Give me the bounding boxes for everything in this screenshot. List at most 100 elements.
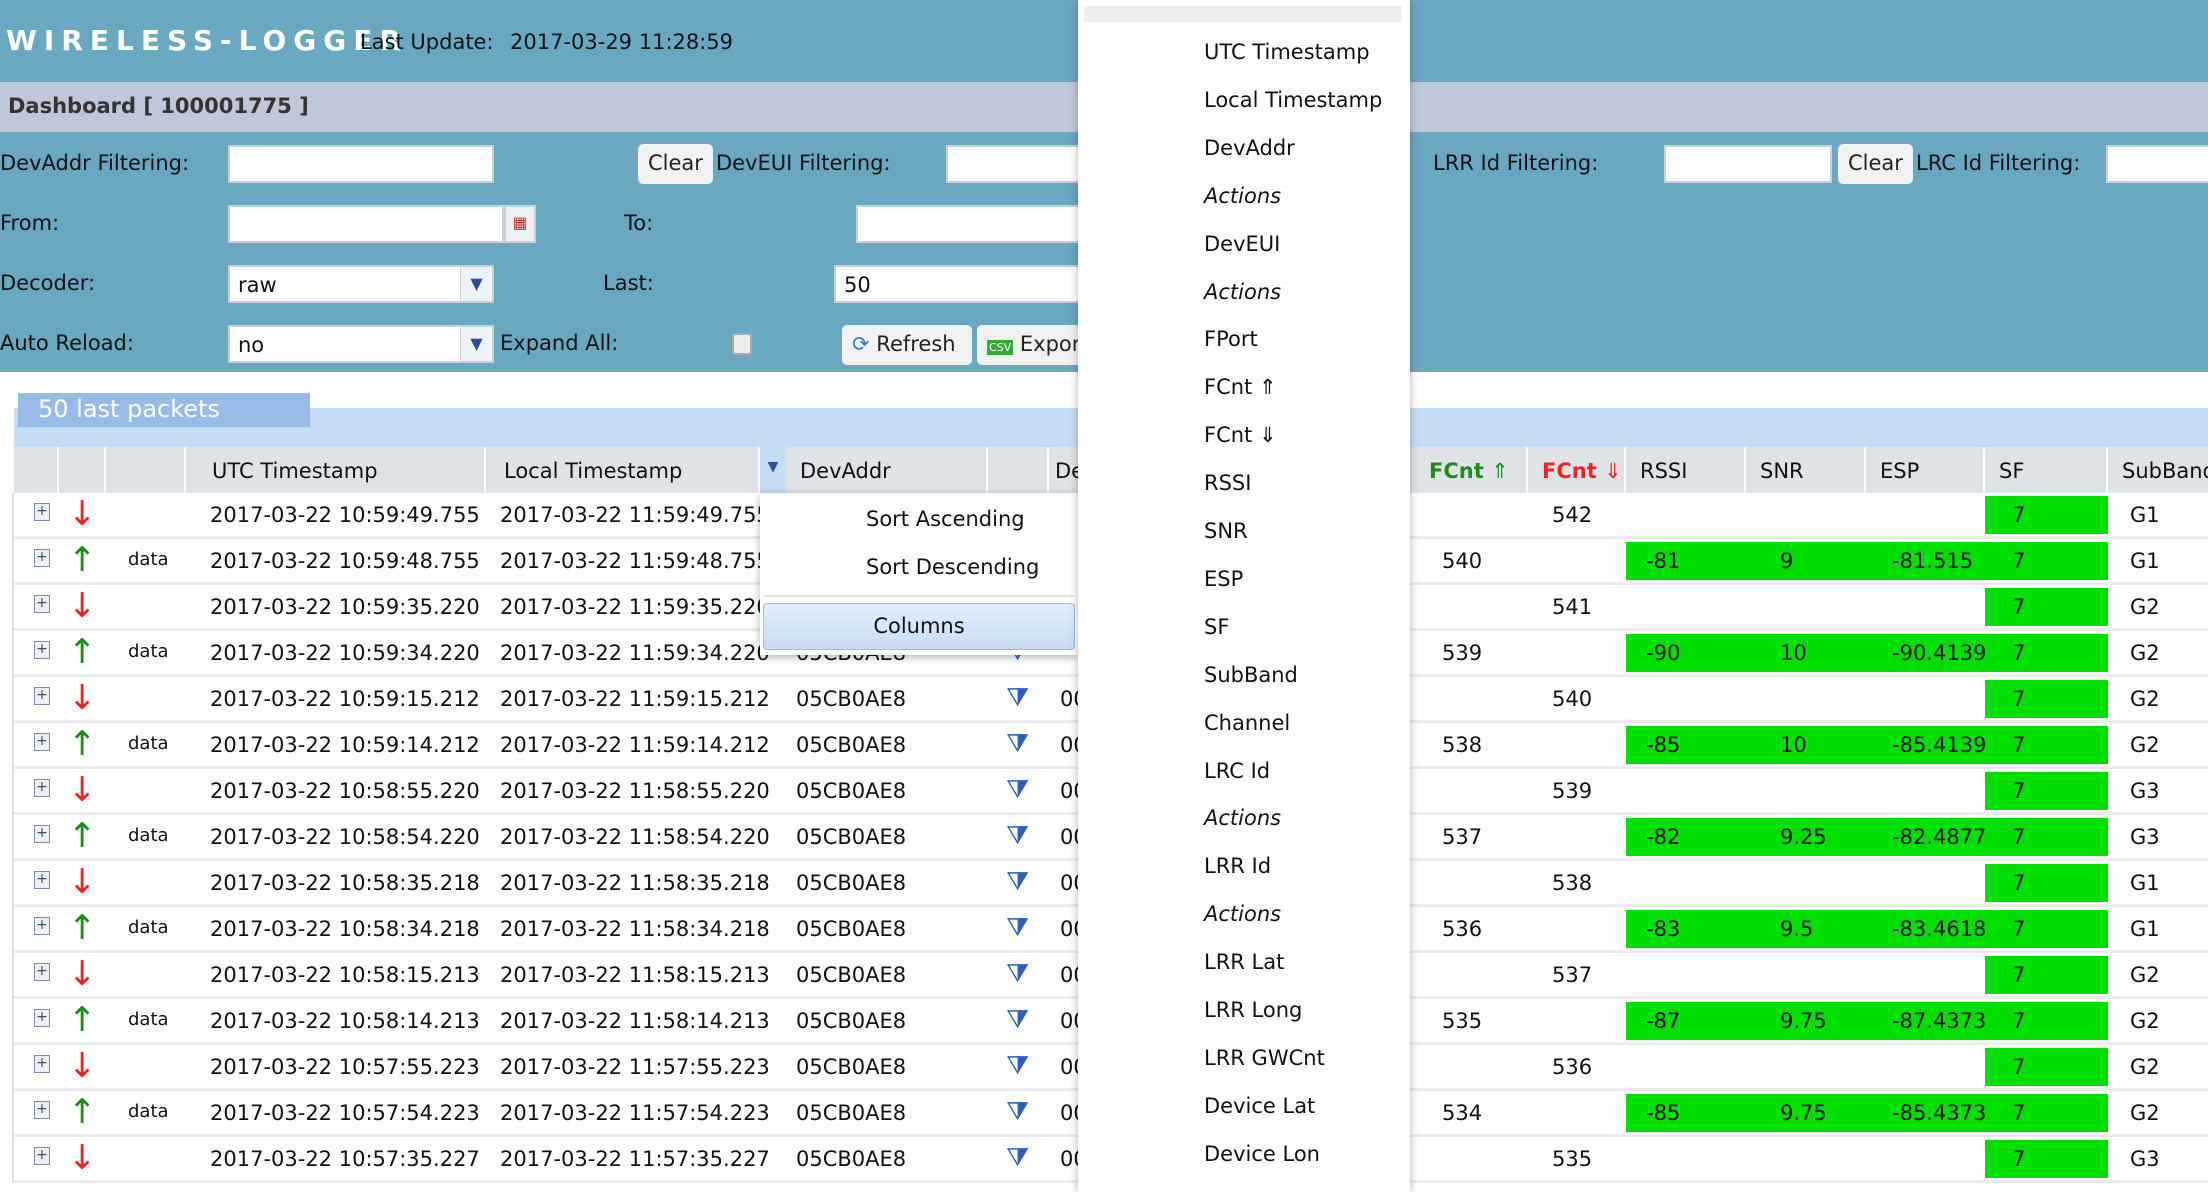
lrc-filter-input[interactable] <box>2106 145 2208 183</box>
local-timestamp: 2017-03-22 11:58:54.220 <box>500 825 770 849</box>
expand-row-icon[interactable]: + <box>34 733 50 751</box>
esp <box>1880 1045 1996 1088</box>
column-header-esp[interactable]: ESP <box>1866 447 1985 493</box>
calendar-icon[interactable]: ▦ <box>504 205 536 243</box>
expand-row-icon[interactable]: + <box>34 963 50 981</box>
auto-reload-label: Auto Reload: <box>0 331 134 355</box>
submenu-scroll-top[interactable] <box>1084 6 1402 22</box>
filter-columns-icon[interactable]: ⧩ <box>1002 1091 1042 1134</box>
devaddr-filter-input[interactable] <box>228 145 494 183</box>
column-menu-trigger-icon[interactable]: ▼ <box>760 447 786 493</box>
columns-menu-item[interactable]: FCnt ⇑ <box>1204 375 1277 399</box>
csv-icon: CSV <box>987 340 1014 355</box>
expand-row-icon[interactable]: + <box>34 917 50 935</box>
filter-columns-icon[interactable]: ⧩ <box>1002 815 1042 858</box>
filter-columns-icon[interactable]: ⧩ <box>1002 769 1042 812</box>
menu-item-columns[interactable]: Columns <box>763 603 1075 650</box>
rssi <box>1636 861 1746 904</box>
packet-type <box>118 677 186 720</box>
auto-reload-select[interactable]: no ▼ <box>228 325 494 363</box>
expand-row-icon[interactable]: + <box>34 549 50 567</box>
expand-row-icon[interactable]: + <box>34 641 50 659</box>
menu-item-sort-descending[interactable]: Sort Descending <box>866 555 1039 579</box>
expand-all-checkbox[interactable] <box>732 333 752 355</box>
expand-row-icon[interactable]: + <box>34 595 50 613</box>
columns-menu-item[interactable]: LRR Lat <box>1204 950 1284 974</box>
expand-row-icon[interactable]: + <box>34 871 50 889</box>
chevron-down-icon[interactable]: ▼ <box>460 327 492 361</box>
decoder-select[interactable]: raw ▼ <box>228 265 494 303</box>
columns-menu-item[interactable]: FPort <box>1204 327 1258 351</box>
uplink-arrow-icon: ↑ <box>68 908 97 948</box>
actions-column-header <box>988 447 1049 493</box>
columns-menu-item[interactable]: UTC Timestamp <box>1204 40 1370 64</box>
columns-menu-item[interactable]: Device Lon <box>1204 1142 1320 1166</box>
filter-columns-icon[interactable]: ⧩ <box>1002 861 1042 904</box>
filter-columns-icon[interactable]: ⧩ <box>1002 723 1042 766</box>
columns-menu-item[interactable]: Actions <box>1204 184 1281 208</box>
filter-columns-icon[interactable]: ⧩ <box>1002 907 1042 950</box>
subband: G1 <box>2130 503 2160 527</box>
column-header-subband[interactable]: SubBand <box>2108 447 2208 493</box>
packet-type <box>118 585 186 628</box>
clear-lrr-button[interactable]: Clear <box>1838 144 1913 184</box>
from-date-input[interactable] <box>228 205 504 243</box>
column-header-sf[interactable]: SF <box>1985 447 2108 493</box>
to-date-input[interactable] <box>856 205 1086 243</box>
filter-columns-icon[interactable]: ⧩ <box>1002 953 1042 996</box>
expand-row-icon[interactable]: + <box>34 687 50 705</box>
snr: 9 <box>1780 549 1794 573</box>
column-header-utc[interactable]: UTC Timestamp <box>186 447 486 493</box>
last-select[interactable]: 50 <box>834 265 1104 303</box>
refresh-button[interactable]: ⟳ Refresh <box>842 325 972 365</box>
columns-menu-item[interactable]: Actions <box>1204 806 1281 830</box>
expand-row-icon[interactable]: + <box>34 1101 50 1119</box>
expand-row-icon[interactable]: + <box>34 825 50 843</box>
columns-menu-item[interactable]: FCnt ⇓ <box>1204 423 1277 447</box>
columns-menu-item[interactable]: SubBand <box>1204 663 1298 687</box>
expand-row-icon[interactable]: + <box>34 1009 50 1027</box>
filter-columns-icon[interactable]: ⧩ <box>1002 999 1042 1042</box>
expand-row-icon[interactable]: + <box>34 1055 50 1073</box>
filter-columns-icon[interactable]: ⧩ <box>1002 1137 1042 1180</box>
deveui-filter-input[interactable] <box>946 145 1086 183</box>
column-header-fcnt-up[interactable]: FCnt ⇑ <box>1415 447 1528 493</box>
columns-menu-item[interactable]: LRR Long <box>1204 998 1302 1022</box>
columns-menu-item[interactable]: SF <box>1204 615 1229 639</box>
utc-timestamp: 2017-03-22 10:59:14.212 <box>210 733 480 757</box>
menu-item-sort-ascending[interactable]: Sort Ascending <box>866 507 1025 531</box>
expand-row-icon[interactable]: + <box>34 1147 50 1165</box>
chevron-down-icon[interactable]: ▼ <box>460 267 492 301</box>
column-header-snr[interactable]: SNR <box>1746 447 1866 493</box>
columns-menu-item[interactable]: Channel <box>1204 711 1290 735</box>
column-context-menu: Sort Ascending Sort Descending Columns <box>760 493 1078 655</box>
columns-menu-item[interactable]: DevEUI <box>1204 232 1280 256</box>
esp: -82.4877 <box>1892 825 1987 849</box>
columns-menu-item[interactable]: ESP <box>1204 567 1243 591</box>
columns-menu-item[interactable]: LRC Id <box>1204 759 1270 783</box>
columns-menu-item[interactable]: SNR <box>1204 519 1248 543</box>
column-header-local[interactable]: Local Timestamp <box>486 447 760 493</box>
filter-columns-icon[interactable]: ⧩ <box>1002 677 1042 720</box>
columns-menu-item[interactable]: Device Lat <box>1204 1094 1315 1118</box>
columns-menu-item[interactable]: RSSI <box>1204 471 1251 495</box>
column-header-devaddr[interactable]: DevAddr <box>786 447 988 493</box>
column-header-fcnt-down[interactable]: FCnt ⇓ <box>1528 447 1626 493</box>
columns-menu-item[interactable]: LRR Id <box>1204 854 1271 878</box>
fcnt-down <box>1542 999 1632 1042</box>
expand-row-icon[interactable]: + <box>34 503 50 521</box>
expand-row-icon[interactable]: + <box>34 779 50 797</box>
columns-menu-item[interactable]: LRR GWCnt <box>1204 1046 1325 1070</box>
columns-menu-item[interactable]: Actions <box>1204 280 1281 304</box>
columns-menu-item[interactable]: DevAddr <box>1204 136 1295 160</box>
columns-menu-item[interactable]: Local Timestamp <box>1204 88 1382 112</box>
column-header-rssi[interactable]: RSSI <box>1626 447 1746 493</box>
columns-menu-item[interactable]: Actions <box>1204 902 1281 926</box>
rssi: -81 <box>1646 549 1681 573</box>
clear-devaddr-button[interactable]: Clear <box>638 144 713 184</box>
subband: G2 <box>2130 641 2160 665</box>
lrr-filter-input[interactable] <box>1664 145 1832 183</box>
filter-columns-icon[interactable]: ⧩ <box>1002 1045 1042 1088</box>
utc-timestamp: 2017-03-22 10:58:34.218 <box>210 917 480 941</box>
utc-timestamp: 2017-03-22 10:58:55.220 <box>210 779 480 803</box>
